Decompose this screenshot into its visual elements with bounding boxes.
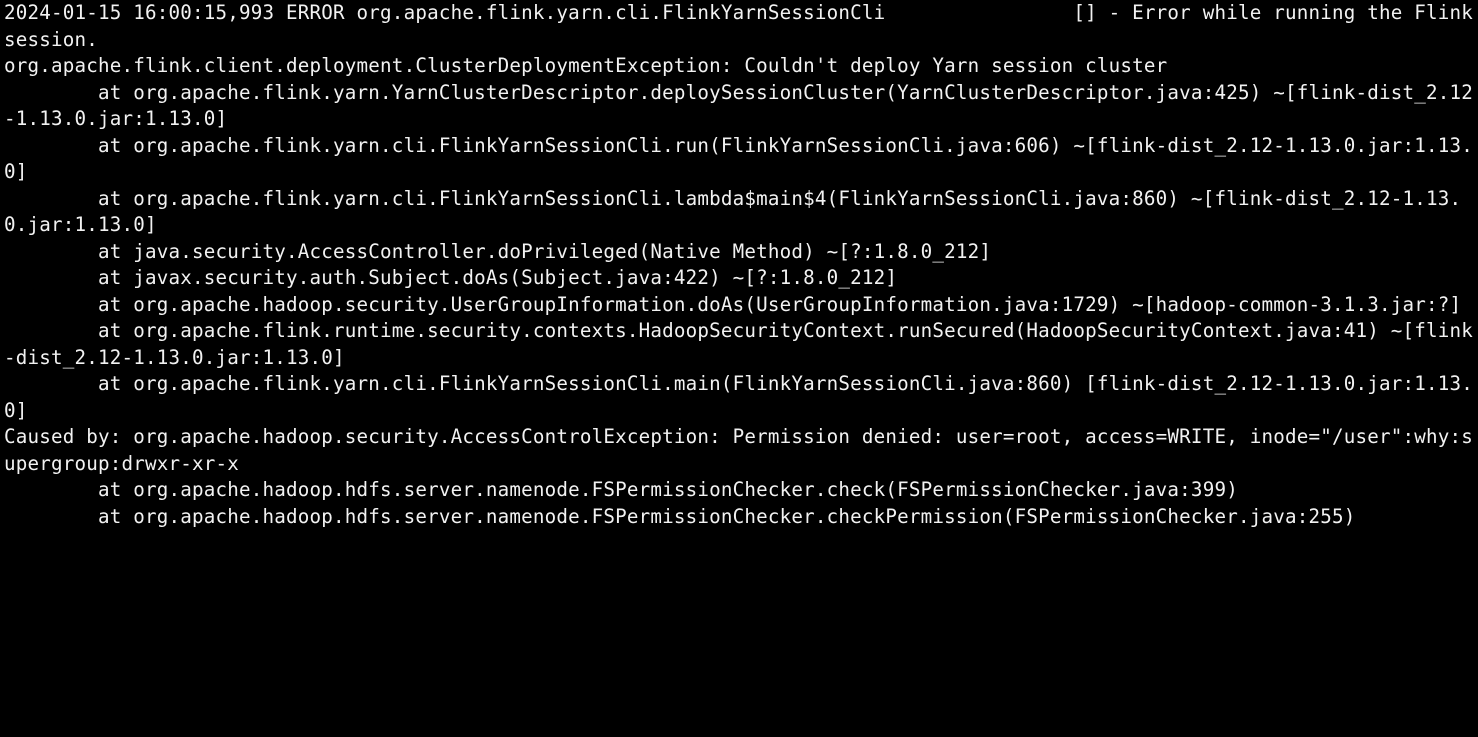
terminal-output[interactable]: 2024-01-15 16:00:15,993 ERROR org.apache… [0,0,1478,530]
